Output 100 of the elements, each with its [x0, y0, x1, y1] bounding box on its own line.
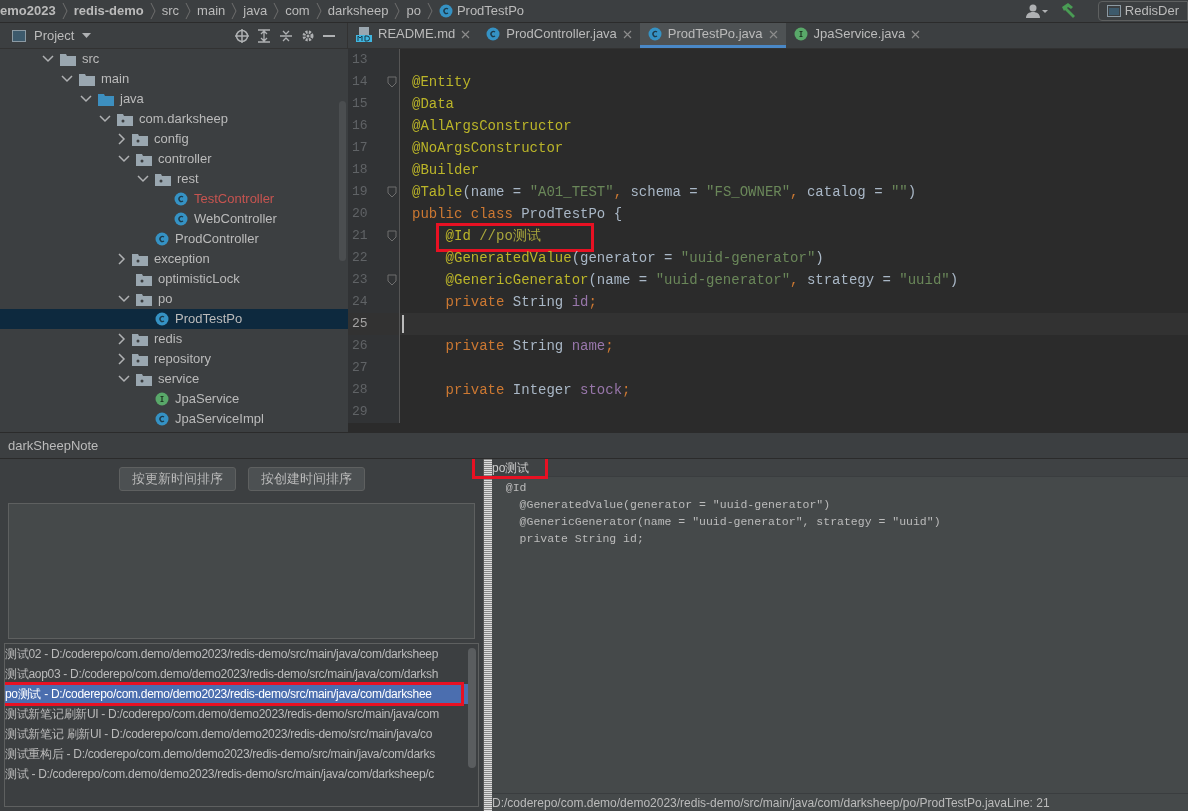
tree-item[interactable]: optimisticLock	[0, 269, 348, 289]
code-line: @AllArgsConstructor	[412, 116, 572, 136]
code-line: @Id //po测试	[412, 225, 541, 247]
breadcrumb-item[interactable]: src	[155, 1, 186, 21]
note-code-line: @Id	[504, 480, 528, 496]
settings-icon	[301, 28, 315, 43]
note-code-line: @GeneratedValue(generator = "uuid-generator")	[518, 497, 832, 513]
code-line: @Data	[412, 94, 454, 114]
package-icon	[136, 272, 152, 286]
chevron-icon	[61, 2, 68, 20]
minimize-icon	[323, 34, 335, 37]
code-line: private Integer stock;	[444, 380, 631, 400]
note-code-line: private String id;	[518, 531, 645, 547]
window-icon	[1106, 5, 1121, 17]
code-line: @Builder	[412, 160, 480, 180]
note-code-line: @GenericGenerator(name = "uuid-generator", strategy = "uuid")	[518, 514, 942, 530]
tree-item[interactable]: com.darksheep	[0, 109, 348, 129]
class-icon	[174, 212, 188, 226]
scrollbar[interactable]	[468, 648, 476, 768]
editor-tab[interactable]: ProdController.java	[478, 23, 640, 48]
interface-icon	[793, 27, 808, 41]
collapse-all-icon	[279, 28, 293, 43]
code-line: @Table(name = "A01_TEST", schema = "FS_OWNER", catalog = "")	[412, 182, 917, 202]
tree-item[interactable]: ProdController	[0, 229, 348, 249]
interface-icon	[155, 392, 169, 406]
run-configuration[interactable]: RedisDer	[1097, 1, 1188, 21]
tree-item[interactable]: po	[0, 289, 348, 309]
breadcrumb-item[interactable]: darksheep	[321, 1, 395, 21]
breadcrumb-item[interactable]: main	[191, 1, 232, 21]
sort-button[interactable]: 按更新时间排序	[118, 467, 236, 491]
close-icon	[911, 29, 921, 39]
breadcrumb-item[interactable]: redis-demo	[67, 1, 150, 21]
chevron-icon	[394, 2, 401, 20]
note-list-item[interactable]: 测试新笔记 刷新UI - D:/coderepo/com.demo/demo2023/redis-demo/src/main/java/co	[5, 724, 468, 744]
chevron-icon	[426, 2, 433, 20]
folder-icon	[60, 52, 76, 66]
tree-item[interactable]: ProdTestPo	[0, 309, 348, 329]
chevron-icon	[231, 2, 238, 20]
class-icon	[647, 27, 662, 41]
project-view-selector[interactable]: Project	[12, 25, 92, 46]
editor-tab[interactable]: JpaService.java	[785, 23, 929, 48]
package-icon	[136, 152, 152, 166]
package-icon	[132, 252, 148, 266]
editor-tab[interactable]: README.md	[348, 23, 479, 48]
chevron-icon	[149, 2, 156, 20]
breadcrumb-item[interactable]: po	[400, 1, 427, 21]
code-line: @GenericGenerator(name = "uuid-generator", strategy = "uuid")	[444, 270, 959, 290]
package-icon	[117, 112, 133, 126]
tree-item[interactable]: controller	[0, 149, 348, 169]
editor-tab[interactable]: ProdTestPo.java	[639, 23, 786, 48]
markdown-file-icon	[356, 26, 372, 42]
source-folder-icon	[98, 92, 114, 106]
folder-icon	[79, 72, 95, 86]
breadcrumb-item[interactable]: com	[279, 1, 316, 21]
tree-item[interactable]: repository	[0, 349, 348, 369]
package-icon	[132, 332, 148, 346]
chevron-icon	[273, 2, 280, 20]
class-icon	[155, 232, 169, 246]
tree-item[interactable]: main	[0, 69, 348, 89]
code-line: @NoArgsConstructor	[412, 138, 564, 158]
status-bar: D:/coderepo/com.demo/demo2023/redis-demo/src/main/java/com/darksheep/po/ProdTestPo.javaLine: 21	[492, 793, 1188, 811]
sort-button[interactable]: 按创建时间排序	[247, 467, 365, 491]
panel-title: darkSheepNote	[8, 436, 99, 455]
caret-icon	[82, 33, 92, 38]
note-list[interactable]	[4, 643, 479, 807]
note-list-item[interactable]: 测试新笔记刷新UI - D:/coderepo/com.demo/demo2023/redis-demo/src/main/java/com	[5, 704, 468, 724]
class-icon	[174, 192, 188, 206]
tree-item[interactable]: service	[0, 369, 348, 389]
note-title: po测试	[492, 459, 530, 477]
breadcrumb-item[interactable]: emo2023	[0, 1, 62, 21]
class-icon	[155, 412, 169, 426]
tree-item[interactable]: WebController	[0, 209, 348, 229]
close-icon	[461, 29, 471, 39]
tree-item[interactable]: src	[0, 49, 348, 69]
tree-item[interactable]: redis	[0, 329, 348, 349]
breadcrumb-item[interactable]: ProdTestPo	[432, 1, 531, 21]
tree-item[interactable]: exception	[0, 249, 348, 269]
code-line: private String name;	[444, 336, 614, 356]
tree-item[interactable]: JpaService	[0, 389, 348, 409]
note-list-item[interactable]: 测试02 - D:/coderepo/com.demo/demo2023/redis-demo/src/main/java/com/darksheep	[5, 644, 468, 664]
note-list-item[interactable]: 测试 - D:/coderepo/com.demo/demo2023/redis-demo/src/main/java/com/darksheep/c	[5, 764, 468, 784]
tree-item[interactable]: java	[0, 89, 348, 109]
tree-item[interactable]: config	[0, 129, 348, 149]
chevron-icon	[315, 2, 322, 20]
splitter-handle[interactable]	[484, 459, 492, 811]
package-icon	[136, 292, 152, 306]
chevron-icon	[185, 2, 192, 20]
tree-item[interactable]: JpaServiceImpl	[0, 409, 348, 429]
code-line: @GeneratedValue(generator = "uuid-generator")	[444, 248, 824, 268]
expand-all-icon	[257, 28, 271, 43]
package-icon	[132, 352, 148, 366]
tree-item[interactable]: rest	[0, 169, 348, 189]
package-icon	[136, 372, 152, 386]
breadcrumb-item[interactable]: java	[237, 1, 274, 21]
package-icon	[132, 132, 148, 146]
code-line: private String id;	[444, 292, 597, 312]
note-list-item[interactable]: 测试aop03 - D:/coderepo/com.demo/demo2023/redis-demo/src/main/java/com/darksh	[5, 664, 468, 684]
note-list-item[interactable]: 测试重构后 - D:/coderepo/com.demo/demo2023/redis-demo/src/main/java/com/darks	[5, 744, 468, 764]
note-list-item[interactable]: po测试 - D:/coderepo/com.demo/demo2023/redis-demo/src/main/java/com/darkshee	[5, 684, 468, 704]
text-cursor	[402, 315, 404, 333]
